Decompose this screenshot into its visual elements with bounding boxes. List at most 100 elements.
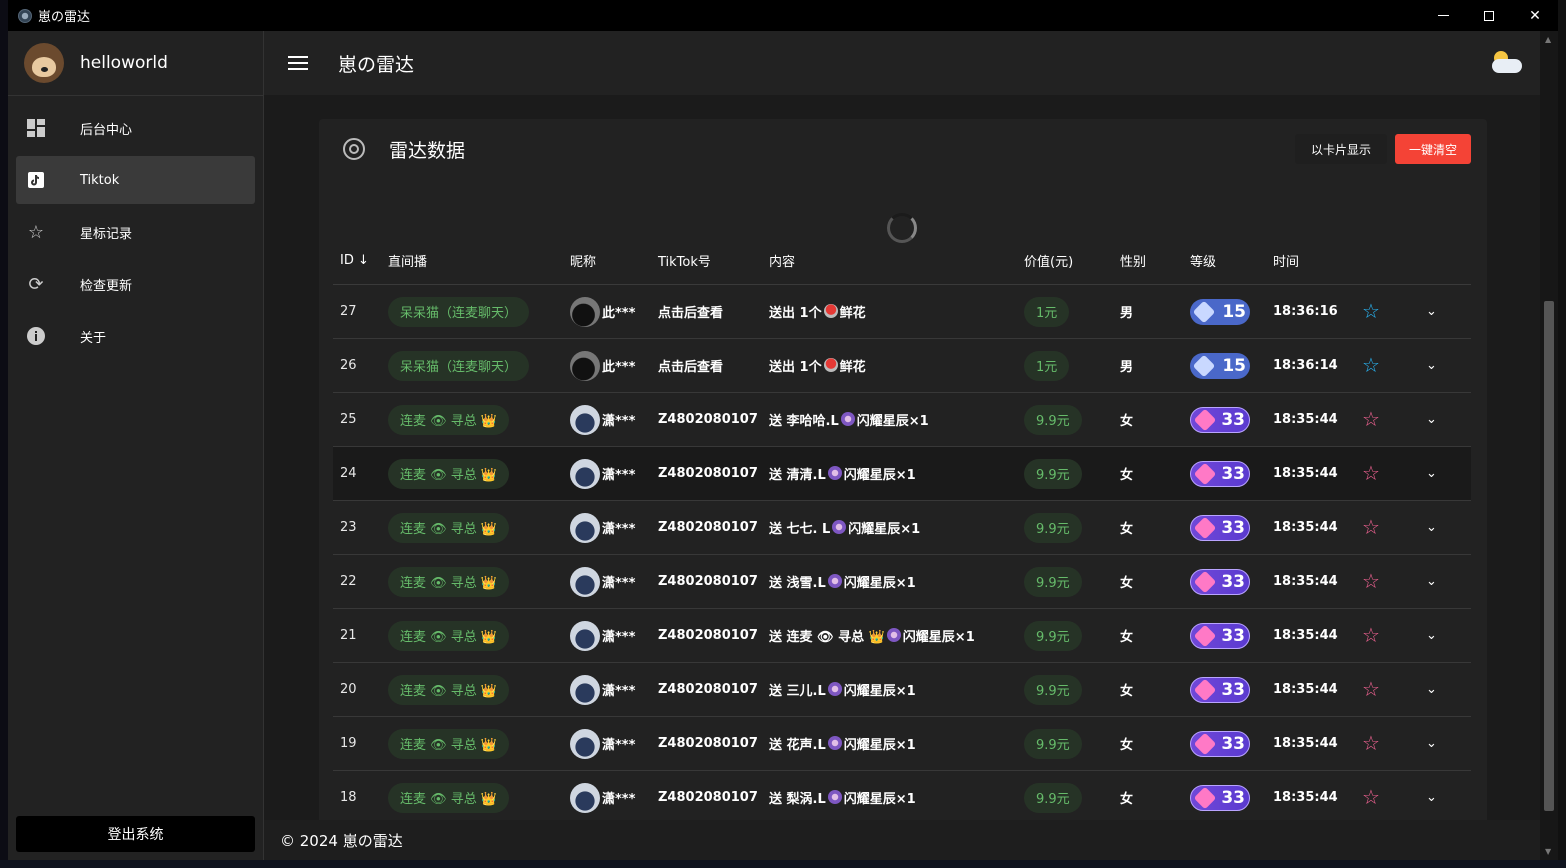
table-row[interactable]: 25 连麦 👁 寻总 👑 潇*** Z4802080107 送 李哈哈.L 闪耀星… — [333, 393, 1471, 447]
desktop-background-right — [1558, 0, 1566, 868]
row-id: 24 — [340, 466, 357, 481]
tiktok-id: Z4802080107 — [658, 682, 758, 697]
tiktok-id[interactable]: 点击后查看 — [658, 302, 769, 321]
star-toggle-icon[interactable]: ☆ — [1362, 677, 1380, 701]
live-room-chip[interactable]: 连麦 👁 寻总 👑 — [388, 728, 510, 759]
radar-card: 雷达数据 以卡片显示 一键清空 ID ↓ 直间播 昵称 TikTok号 内容 价… — [319, 119, 1487, 820]
table-row[interactable]: 27 呆呆猫（连麦聊天） 此*** 点击后查看 送出 1个 鲜花 1元 男 15 … — [333, 285, 1471, 339]
table-row[interactable]: 18 连麦 👁 寻总 👑 潇*** Z4802080107 送 梨涡.L 闪耀星辰… — [333, 771, 1471, 820]
sex: 女 — [1120, 576, 1134, 591]
scrollbar[interactable]: ▲ ▼ — [1540, 31, 1558, 860]
level-badge: 33 — [1190, 514, 1250, 541]
star-gift-icon — [840, 412, 855, 426]
user-avatar[interactable] — [570, 620, 600, 651]
star-toggle-icon[interactable]: ☆ — [1362, 785, 1380, 809]
weather-icon[interactable] — [1490, 51, 1524, 75]
user-avatar[interactable] — [570, 458, 600, 489]
sidebar-item-starred[interactable]: ☆ 星标记录 — [16, 208, 255, 256]
nickname-cell: 此*** — [570, 350, 658, 381]
table-row[interactable]: 24 连麦 👁 寻总 👑 潇*** Z4802080107 送 清清.L 闪耀星辰… — [333, 447, 1471, 501]
chevron-down-icon[interactable]: ⌄ — [1426, 574, 1437, 589]
sidebar-item-tiktok[interactable]: Tiktok — [16, 156, 255, 204]
gift-text-post: 闪耀星辰×1 — [856, 414, 929, 429]
level-gem-icon — [1193, 624, 1217, 647]
scroll-down-icon[interactable]: ▼ — [1545, 847, 1551, 856]
live-room-chip[interactable]: 连麦 👁 寻总 👑 — [388, 404, 510, 435]
star-toggle-icon[interactable]: ☆ — [1362, 353, 1380, 377]
level-badge: 33 — [1190, 460, 1250, 487]
user-avatar[interactable] — [570, 512, 600, 543]
table-row[interactable]: 22 连麦 👁 寻总 👑 潇*** Z4802080107 送 浅雪.L 闪耀星辰… — [333, 555, 1471, 609]
card-view-button[interactable]: 以卡片显示 — [1294, 134, 1387, 164]
table-row[interactable]: 20 连麦 👁 寻总 👑 潇*** Z4802080107 送 三儿.L 闪耀星辰… — [333, 663, 1471, 717]
chevron-down-icon[interactable]: ⌄ — [1426, 790, 1437, 805]
column-id[interactable]: ID ↓ — [333, 253, 388, 268]
chevron-down-icon[interactable]: ⌄ — [1426, 412, 1437, 427]
table-row[interactable]: 26 呆呆猫（连麦聊天） 此*** 点击后查看 送出 1个 鲜花 1元 男 15 … — [333, 339, 1471, 393]
sidebar-nav: 后台中心 Tiktok ☆ 星标记录 ⟳ 检查更新 关于 — [8, 96, 263, 372]
live-room-chip[interactable]: 连麦 👁 寻总 👑 — [388, 458, 510, 489]
star-toggle-icon[interactable]: ☆ — [1362, 461, 1380, 485]
user-avatar[interactable] — [570, 350, 600, 381]
user-avatar[interactable] — [570, 566, 600, 597]
live-room-chip[interactable]: 呆呆猫（连麦聊天） — [388, 296, 530, 327]
star-toggle-icon[interactable]: ☆ — [1362, 731, 1380, 755]
live-room-chip[interactable]: 连麦 👁 寻总 👑 — [388, 620, 510, 651]
sidebar-item-dashboard[interactable]: 后台中心 — [16, 104, 255, 152]
chevron-down-icon[interactable]: ⌄ — [1426, 628, 1437, 643]
level-number: 33 — [1221, 463, 1245, 484]
chevron-down-icon[interactable]: ⌄ — [1426, 304, 1437, 319]
sidebar-item-label: 后台中心 — [80, 122, 133, 138]
sidebar-item-about[interactable]: 关于 — [16, 312, 255, 360]
user-avatar[interactable] — [570, 728, 600, 759]
scrollbar-thumb[interactable] — [1544, 301, 1554, 811]
user-avatar[interactable] — [570, 782, 600, 813]
live-room-chip[interactable]: 连麦 👁 寻总 👑 — [388, 512, 510, 543]
star-toggle-icon[interactable]: ☆ — [1362, 407, 1380, 431]
user-avatar[interactable] — [570, 296, 600, 327]
flower-gift-icon — [823, 358, 838, 372]
close-button[interactable]: ✕ — [1512, 0, 1558, 31]
chevron-down-icon[interactable]: ⌄ — [1426, 358, 1437, 373]
logout-button[interactable]: 登出系统 — [16, 816, 255, 852]
value-chip: 9.9元 — [1024, 620, 1082, 651]
gift-content: 送出 1个 鲜花 — [769, 302, 1024, 321]
card-header: 雷达数据 以卡片显示 一键清空 — [319, 119, 1487, 179]
chevron-down-icon[interactable]: ⌄ — [1426, 682, 1437, 697]
table-row[interactable]: 23 连麦 👁 寻总 👑 潇*** Z4802080107 送 七七. L 闪耀星… — [333, 501, 1471, 555]
table-row[interactable]: 19 连麦 👁 寻总 👑 潇*** Z4802080107 送 花声.L 闪耀星辰… — [333, 717, 1471, 771]
gift-text-pre: 送出 1个 — [769, 360, 822, 375]
avatar[interactable] — [24, 43, 64, 83]
star-toggle-icon[interactable]: ☆ — [1362, 299, 1380, 323]
menu-icon[interactable] — [288, 56, 308, 70]
star-gift-icon — [886, 628, 901, 642]
minimize-button[interactable] — [1420, 0, 1466, 31]
nickname: 此*** — [602, 306, 636, 321]
chevron-down-icon[interactable]: ⌄ — [1426, 466, 1437, 481]
time: 18:35:44 — [1273, 682, 1338, 697]
user-avatar[interactable] — [570, 674, 600, 705]
clear-all-button[interactable]: 一键清空 — [1394, 134, 1471, 164]
scroll-up-icon[interactable]: ▲ — [1545, 35, 1551, 44]
star-toggle-icon[interactable]: ☆ — [1362, 623, 1380, 647]
level-number: 15 — [1222, 355, 1246, 376]
gift-text-post: 闪耀星辰×1 — [848, 522, 921, 537]
user-avatar[interactable] — [570, 404, 600, 435]
sidebar-item-update[interactable]: ⟳ 检查更新 — [16, 260, 255, 308]
star-toggle-icon[interactable]: ☆ — [1362, 569, 1380, 593]
chevron-down-icon[interactable]: ⌄ — [1426, 520, 1437, 535]
live-room-chip[interactable]: 连麦 👁 寻总 👑 — [388, 782, 510, 813]
live-room-chip[interactable]: 呆呆猫（连麦聊天） — [388, 350, 530, 381]
sex: 男 — [1120, 360, 1134, 375]
star-toggle-icon[interactable]: ☆ — [1362, 515, 1380, 539]
live-room-chip[interactable]: 连麦 👁 寻总 👑 — [388, 566, 510, 597]
level-badge: 33 — [1190, 784, 1250, 811]
tiktok-id[interactable]: 点击后查看 — [658, 356, 769, 375]
chevron-down-icon[interactable]: ⌄ — [1426, 736, 1437, 751]
time: 18:35:44 — [1273, 628, 1338, 643]
maximize-button[interactable] — [1466, 0, 1512, 31]
table-row[interactable]: 21 连麦 👁 寻总 👑 潇*** Z4802080107 送 连麦 👁 寻总 … — [333, 609, 1471, 663]
sex: 女 — [1120, 468, 1134, 483]
nickname: 潇*** — [602, 468, 636, 483]
live-room-chip[interactable]: 连麦 👁 寻总 👑 — [388, 674, 510, 705]
